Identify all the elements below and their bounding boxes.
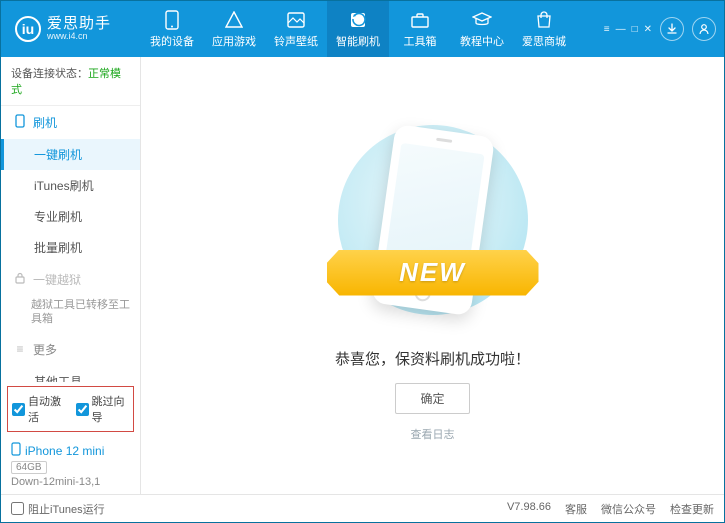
check-update-link[interactable]: 检查更新 xyxy=(670,501,714,517)
tutorial-icon xyxy=(472,10,492,30)
sidebar-item-batch-flash[interactable]: 批量刷机 xyxy=(1,232,140,263)
nav-store[interactable]: 爱思商城 xyxy=(513,1,575,57)
device-phone-icon xyxy=(11,442,21,459)
sidebar: 设备连接状态：正常模式 刷机 一键刷机 iTunes刷机 专业刷机 批量刷机 一… xyxy=(1,57,141,494)
logo[interactable]: iu 爱思助手 www.i4.cn xyxy=(1,16,141,42)
nav-toolbox[interactable]: 工具箱 xyxy=(389,1,451,57)
logo-icon: iu xyxy=(15,16,41,42)
sidebar-item-pro-flash[interactable]: 专业刷机 xyxy=(1,201,140,232)
service-link[interactable]: 客服 xyxy=(565,501,587,517)
connection-status: 设备连接状态：正常模式 xyxy=(1,57,140,106)
success-illustration: NEW xyxy=(333,110,533,330)
lock-icon xyxy=(13,272,27,287)
app-window: iu 爱思助手 www.i4.cn 我的设备 应用游戏 铃声壁纸 智能刷机 xyxy=(0,0,725,523)
device-capacity: 64GB xyxy=(11,461,47,474)
close-icon[interactable]: ✕ xyxy=(644,24,652,35)
toolbox-icon xyxy=(410,10,430,30)
jailbreak-note: 越狱工具已转移至工具箱 xyxy=(1,296,140,333)
nav-apps[interactable]: 应用游戏 xyxy=(203,1,265,57)
wechat-link[interactable]: 微信公众号 xyxy=(601,501,656,517)
sidebar-item-oneclick-flash[interactable]: 一键刷机 xyxy=(1,139,140,170)
nav-tutorial[interactable]: 教程中心 xyxy=(451,1,513,57)
store-icon xyxy=(534,10,554,30)
options-row: 自动激活 跳过向导 xyxy=(7,386,134,432)
download-button[interactable] xyxy=(660,17,684,41)
titlebar-right: ≡ — □ ✕ xyxy=(598,17,724,41)
minimize-icon[interactable]: — xyxy=(616,24,626,35)
device-firmware: Down-12mini-13,1 xyxy=(11,476,130,488)
titlebar: iu 爱思助手 www.i4.cn 我的设备 应用游戏 铃声壁纸 智能刷机 xyxy=(1,1,724,57)
more-icon: ≡ xyxy=(13,342,27,356)
brand-url: www.i4.cn xyxy=(47,32,111,42)
auto-activate-checkbox[interactable]: 自动激活 xyxy=(12,393,66,425)
maximize-icon[interactable]: □ xyxy=(632,24,638,35)
main-panel: NEW 恭喜您，保资料刷机成功啦！ 确定 查看日志 xyxy=(141,57,724,494)
view-log-link[interactable]: 查看日志 xyxy=(411,426,455,442)
ok-button[interactable]: 确定 xyxy=(395,383,469,414)
skip-guide-checkbox[interactable]: 跳过向导 xyxy=(76,393,130,425)
nav-my-device[interactable]: 我的设备 xyxy=(141,1,203,57)
sidebar-item-other-tools[interactable]: 其他工具 xyxy=(1,366,140,382)
body: 设备连接状态：正常模式 刷机 一键刷机 iTunes刷机 专业刷机 批量刷机 一… xyxy=(1,57,724,494)
user-button[interactable] xyxy=(692,17,716,41)
section-flash[interactable]: 刷机 xyxy=(1,106,140,139)
block-itunes-checkbox[interactable]: 阻止iTunes运行 xyxy=(11,501,105,517)
nav-wallpaper[interactable]: 铃声壁纸 xyxy=(265,1,327,57)
success-message: 恭喜您，保资料刷机成功啦！ xyxy=(335,348,530,369)
apps-icon xyxy=(224,10,244,30)
sidebar-item-itunes-flash[interactable]: iTunes刷机 xyxy=(1,170,140,201)
section-more[interactable]: ≡ 更多 xyxy=(1,333,140,366)
section-jailbreak[interactable]: 一键越狱 xyxy=(1,263,140,296)
new-ribbon: NEW xyxy=(327,250,539,296)
flash-section-icon xyxy=(13,114,27,131)
phone-icon xyxy=(162,10,182,30)
statusbar: 阻止iTunes运行 V7.98.66 客服 微信公众号 检查更新 xyxy=(1,494,724,522)
version-label: V7.98.66 xyxy=(507,501,551,517)
window-controls: ≡ — □ ✕ xyxy=(604,24,652,35)
nav-flash[interactable]: 智能刷机 xyxy=(327,1,389,57)
wallpaper-icon xyxy=(286,10,306,30)
top-nav: 我的设备 应用游戏 铃声壁纸 智能刷机 工具箱 教程中心 xyxy=(141,1,575,57)
flash-icon xyxy=(348,10,368,30)
menu-icon[interactable]: ≡ xyxy=(604,24,610,35)
device-info[interactable]: iPhone 12 mini 64GB Down-12mini-13,1 xyxy=(1,436,140,494)
brand-name: 爱思助手 xyxy=(47,16,111,33)
